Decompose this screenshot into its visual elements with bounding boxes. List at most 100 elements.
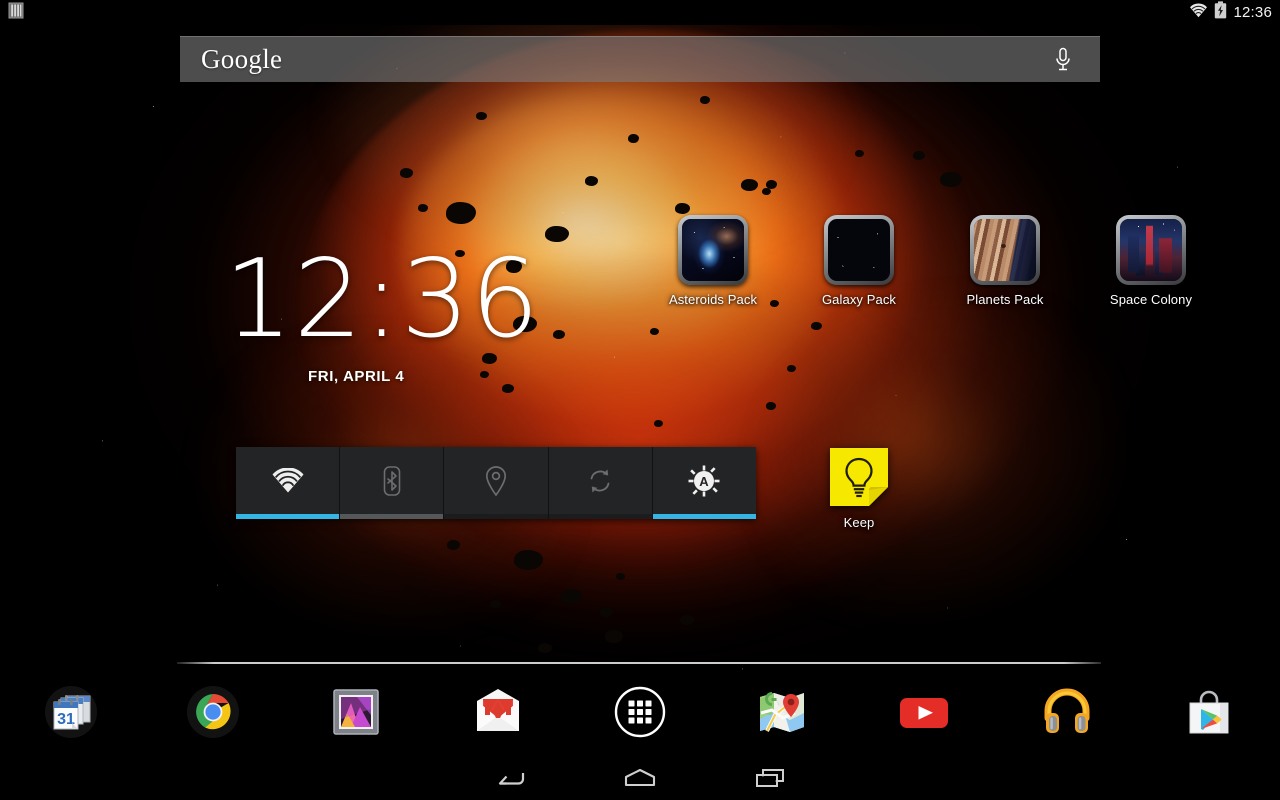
asteroid — [700, 96, 710, 104]
storage-bars-icon — [8, 2, 24, 24]
asteroid — [628, 134, 639, 143]
wifi-toggle-state-bar — [236, 514, 340, 519]
gallery-icon — [329, 685, 383, 739]
chrome-icon — [186, 685, 240, 739]
asteroid — [545, 226, 569, 242]
app-drawer-icon — [614, 686, 666, 738]
dock-item-calendar[interactable]: 31 — [0, 672, 142, 752]
gmail-icon — [471, 685, 525, 739]
play-store-icon — [1182, 685, 1236, 739]
bluetooth-toggle-state-bar — [340, 514, 444, 519]
dock-item-youtube[interactable] — [853, 672, 995, 752]
nav-back-button[interactable] — [445, 760, 575, 800]
battery-charging-icon — [1214, 1, 1227, 24]
headphones-icon — [1040, 685, 1094, 739]
google-logo[interactable]: Google — [201, 46, 282, 73]
dock-item-maps[interactable] — [711, 672, 853, 752]
location-pin-icon — [484, 465, 508, 502]
bluetooth-icon — [381, 465, 403, 502]
asteroids-pack-icon[interactable] — [678, 215, 748, 285]
home-icon — [621, 766, 659, 795]
google-search-bar[interactable]: Google — [180, 36, 1100, 82]
asteroid — [600, 607, 613, 617]
shortcut-label: Keep — [843, 515, 875, 530]
asteroid — [400, 168, 413, 178]
navigation-bar — [0, 760, 1280, 800]
asteroid — [446, 202, 476, 224]
dock-item-app-drawer[interactable] — [569, 672, 711, 752]
nav-recents-button[interactable] — [705, 760, 835, 800]
clock-time: 12:36 — [224, 237, 541, 362]
asteroid — [502, 384, 514, 393]
asteroid — [490, 600, 501, 608]
maps-icon — [755, 685, 809, 739]
shortcut-space-colony[interactable]: Space Colony — [1091, 215, 1211, 307]
wifi-toggle[interactable] — [236, 447, 341, 519]
status-bar-system-icons[interactable]: 12:36 — [1189, 1, 1272, 24]
microphone-icon[interactable] — [1048, 43, 1078, 77]
shortcut-label: Space Colony — [1109, 292, 1193, 307]
location-toggle[interactable] — [444, 447, 549, 519]
asteroid — [650, 328, 659, 335]
asteroid — [476, 112, 487, 120]
shortcut-label: Asteroids Pack — [668, 292, 758, 307]
asteroid — [741, 179, 758, 191]
brightness-auto-icon: A — [688, 465, 720, 502]
asteroid — [855, 150, 864, 157]
dock-item-play-store[interactable] — [1138, 672, 1280, 752]
sync-icon — [585, 466, 615, 501]
status-bar[interactable]: 12:36 — [0, 0, 1280, 25]
sync-toggle[interactable] — [548, 447, 653, 519]
dock-item-play-music[interactable] — [996, 672, 1138, 752]
shortcut-label: Galaxy Pack — [821, 292, 897, 307]
asteroid — [654, 420, 663, 427]
shortcut-label: Planets Pack — [966, 292, 1044, 307]
galaxy-pack-icon[interactable] — [824, 215, 894, 285]
asteroid — [766, 402, 776, 410]
calendar-icon: 31 — [44, 685, 98, 739]
dock-item-chrome[interactable] — [142, 672, 284, 752]
asteroid — [447, 540, 460, 550]
android-home-screen: 12:36 Google 12:36 FRI, APRIL 4 Asteroid… — [0, 0, 1280, 800]
clock-widget[interactable]: 12:36 FRI, APRIL 4 — [224, 237, 541, 386]
wifi-icon — [271, 466, 305, 499]
status-bar-clock: 12:36 — [1233, 4, 1272, 21]
space-colony-icon[interactable] — [1116, 215, 1186, 285]
brightness-toggle[interactable]: A — [652, 447, 757, 519]
star-speckle — [0, 0, 1280, 760]
shortcut-keep[interactable]: Keep — [800, 446, 918, 530]
asteroid — [811, 322, 822, 330]
clock-date: FRI, APRIL 4 — [308, 368, 405, 385]
bluetooth-toggle[interactable] — [340, 447, 445, 519]
asteroid — [787, 365, 796, 372]
dock-item-gallery[interactable] — [284, 672, 426, 752]
asteroid — [538, 643, 552, 653]
back-arrow-icon — [493, 766, 527, 795]
status-bar-notifications[interactable] — [8, 2, 24, 24]
asteroid — [913, 151, 925, 160]
asteroid — [680, 615, 694, 625]
asteroid — [514, 550, 543, 570]
dock-divider — [177, 662, 1101, 664]
shortcut-asteroids-pack[interactable]: Asteroids Pack — [653, 215, 773, 307]
wifi-icon — [1189, 2, 1208, 23]
asteroid — [762, 188, 771, 195]
recent-apps-icon — [753, 766, 787, 795]
power-control-widget[interactable]: A — [236, 447, 757, 519]
svg-text:A: A — [700, 474, 710, 489]
asteroid — [605, 630, 623, 643]
shortcut-galaxy-pack[interactable]: Galaxy Pack — [799, 215, 919, 307]
shortcut-planets-pack[interactable]: Planets Pack — [945, 215, 1065, 307]
planets-pack-icon[interactable] — [970, 215, 1040, 285]
dock-item-gmail[interactable] — [427, 672, 569, 752]
asteroid — [675, 203, 690, 214]
asteroid — [418, 204, 428, 212]
dock: 31 — [0, 672, 1280, 752]
asteroid — [940, 172, 962, 187]
keep-lightbulb-icon[interactable] — [828, 446, 890, 508]
asteroid — [585, 176, 598, 186]
asteroid — [561, 589, 582, 604]
location-toggle-state-bar — [444, 514, 548, 519]
nav-home-button[interactable] — [575, 760, 705, 800]
brightness-toggle-state-bar — [652, 514, 757, 519]
